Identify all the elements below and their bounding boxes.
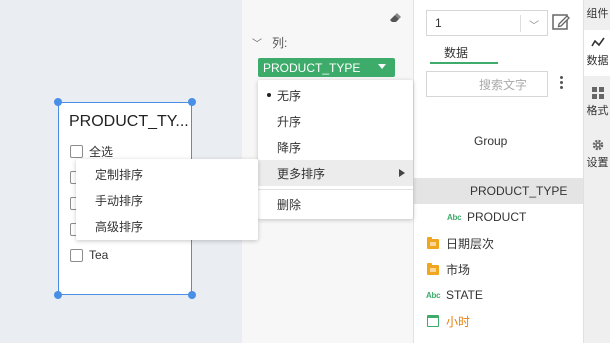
rail-item-components[interactable]: 组件 <box>584 0 610 26</box>
grid-icon <box>591 87 604 99</box>
search-input[interactable]: 搜索文字 <box>426 71 548 97</box>
tree-item-label: PRODUCT_TYPE <box>470 184 568 198</box>
submenu-item-advanced-sort[interactable]: 高级排序 <box>76 213 258 239</box>
selected-dot-icon <box>267 93 271 97</box>
submenu-item-manual-sort[interactable]: 手动排序 <box>76 187 258 213</box>
data-panel: 1 ﹀ 数据 搜索文字 Group PRODUCT_TYPE Abc PRODU… <box>413 0 584 343</box>
rail-item-label: 组件 <box>586 8 609 20</box>
menu-item-descending[interactable]: 降序 <box>258 134 413 160</box>
tree-item-label: STATE <box>446 288 483 302</box>
rail-item-label: 格式 <box>586 105 609 117</box>
column-section-header[interactable]: ﹀ 列: <box>252 34 287 51</box>
tree-item-group[interactable]: Group <box>414 128 584 154</box>
checkbox-select-all[interactable]: 全选 <box>70 143 113 159</box>
resize-handle-top-left[interactable] <box>54 98 62 106</box>
tree-item-state[interactable]: Abc STATE <box>414 282 584 308</box>
menu-item-more-sort[interactable]: 更多排序 <box>258 160 413 186</box>
number-select[interactable]: 1 ﹀ <box>426 10 548 36</box>
checkbox-label: 全选 <box>89 144 114 159</box>
column-label: 列: <box>272 36 288 50</box>
checkbox-label: Tea <box>89 248 109 262</box>
menu-item-label: 删除 <box>277 197 302 212</box>
submenu-item-label: 高级排序 <box>95 219 144 234</box>
submenu-item-label: 手动排序 <box>95 193 144 208</box>
submenu-arrow-icon <box>399 169 405 177</box>
rail-item-format[interactable]: 格式 <box>584 82 610 128</box>
tree-item-label: Group <box>474 134 508 148</box>
submenu-item-custom-sort[interactable]: 定制排序 <box>76 161 258 187</box>
rail-item-data[interactable]: 数据 <box>584 30 610 76</box>
tree-item-hour[interactable]: 小时 <box>414 308 584 334</box>
menu-item-label: 升序 <box>277 114 302 129</box>
resize-handle-bottom-left[interactable] <box>54 291 62 299</box>
folder-icon <box>427 263 439 275</box>
tree-item-label: PRODUCT <box>467 210 527 224</box>
select-divider <box>520 15 521 32</box>
number-select-value: 1 <box>435 16 442 30</box>
field-pill-product-type[interactable]: PRODUCT_TYPE <box>258 58 395 77</box>
checkbox[interactable] <box>70 144 83 158</box>
tab-active-indicator <box>430 62 498 64</box>
checkbox-item-tea[interactable]: Tea <box>70 247 108 263</box>
widget-title: PRODUCT_TY... <box>69 113 189 130</box>
checkbox[interactable] <box>70 248 83 262</box>
rail-item-settings[interactable]: 设置 <box>584 134 610 180</box>
edit-icon[interactable] <box>551 12 571 32</box>
menu-item-label: 更多排序 <box>277 166 326 181</box>
rail-item-label: 数据 <box>586 55 609 67</box>
gear-icon <box>592 139 603 151</box>
search-placeholder: 搜索文字 <box>479 77 528 92</box>
caret-down-icon[interactable] <box>378 64 386 69</box>
tree-item-market[interactable]: 市场 <box>414 256 584 282</box>
menu-item-label: 降序 <box>277 140 302 155</box>
submenu-item-label: 定制排序 <box>95 167 144 182</box>
menu-item-delete[interactable]: 删除 <box>258 191 413 217</box>
chevron-down-icon[interactable]: ﹀ <box>529 17 539 32</box>
menu-divider <box>258 189 413 190</box>
menu-item-no-sort[interactable]: 无序 <box>258 82 413 108</box>
folder-icon <box>427 237 439 249</box>
tab-data[interactable]: 数据 <box>444 44 468 61</box>
abc-icon: Abc <box>447 213 462 222</box>
tree-item-label: 日期层次 <box>446 236 495 251</box>
calendar-icon <box>427 315 439 327</box>
sort-context-menu: 无序 升序 降序 更多排序 删除 <box>258 80 413 219</box>
chevron-down-icon: ﹀ <box>252 39 262 50</box>
tree-item-product-type[interactable]: PRODUCT_TYPE <box>414 178 584 204</box>
menu-item-ascending[interactable]: 升序 <box>258 108 413 134</box>
eraser-icon[interactable] <box>388 12 402 24</box>
tree-item-label: 市场 <box>446 262 471 277</box>
rail-item-label: 设置 <box>586 157 609 169</box>
line-chart-icon <box>590 37 605 47</box>
more-options-icon[interactable] <box>560 76 564 92</box>
more-sort-submenu: 定制排序 手动排序 高级排序 <box>76 159 258 240</box>
tree-item-product[interactable]: Abc PRODUCT <box>414 204 584 230</box>
tree-item-label: 小时 <box>446 314 471 329</box>
abc-icon: Abc <box>426 291 441 300</box>
field-pill-label: PRODUCT_TYPE <box>263 60 361 75</box>
resize-handle-bottom-right[interactable] <box>188 291 196 299</box>
right-rail: 组件 数据 格式 设置 <box>583 0 610 343</box>
menu-item-label: 无序 <box>277 88 302 103</box>
resize-handle-top-right[interactable] <box>188 98 196 106</box>
tree-item-date-hierarchy[interactable]: 日期层次 <box>414 230 584 256</box>
